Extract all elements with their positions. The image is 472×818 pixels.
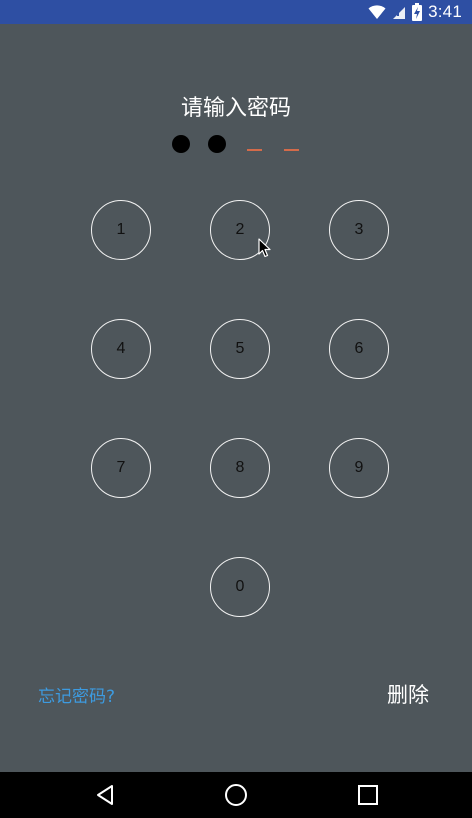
key-7[interactable]: 7 — [91, 438, 151, 498]
recents-icon — [358, 785, 378, 805]
battery-charging-icon — [412, 3, 423, 21]
status-bar: 3:41 — [0, 0, 472, 24]
key-9[interactable]: 9 — [329, 438, 389, 498]
pin-dot-filled — [208, 135, 226, 153]
home-icon — [225, 784, 247, 806]
key-4[interactable]: 4 — [91, 319, 151, 379]
key-8[interactable]: 8 — [210, 438, 270, 498]
key-6[interactable]: 6 — [329, 319, 389, 379]
pin-indicator — [170, 134, 310, 154]
back-icon — [97, 785, 113, 805]
pin-dash-empty — [247, 149, 262, 151]
back-button[interactable] — [75, 772, 135, 818]
delete-button[interactable]: 删除 — [387, 679, 429, 709]
key-5[interactable]: 5 — [210, 319, 270, 379]
pin-dot-filled — [172, 135, 190, 153]
mouse-cursor-icon — [258, 238, 271, 258]
home-button[interactable] — [206, 772, 266, 818]
signal-icon — [393, 7, 406, 19]
wifi-icon — [368, 5, 386, 19]
key-0[interactable]: 0 — [210, 557, 270, 617]
page-title: 请输入密码 — [180, 96, 291, 121]
key-1[interactable]: 1 — [91, 200, 151, 260]
navigation-bar — [0, 772, 472, 818]
key-3[interactable]: 3 — [329, 200, 389, 260]
recents-button[interactable] — [338, 772, 398, 818]
status-time: 3:41 — [428, 2, 462, 21]
forgot-password-link[interactable]: 忘记密码? — [38, 682, 115, 707]
pin-dash-empty — [284, 149, 299, 151]
lock-screen: 3:41 请输入密码 1 2 3 4 5 6 7 8 9 0 忘记密码? 删除 — [0, 0, 472, 818]
status-icons: 3:41 — [368, 0, 462, 24]
